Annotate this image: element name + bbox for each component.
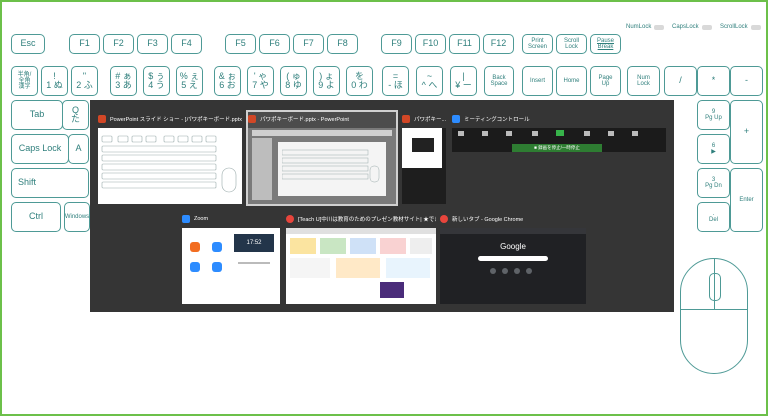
- key-0[interactable]: を 0 わ: [346, 66, 373, 96]
- switcher-window-powerpoint-editor[interactable]: パワポキーボード.pptx - PowerPoint: [246, 110, 398, 206]
- powerpoint-icon: [98, 115, 106, 123]
- switcher-window-meeting-controls[interactable]: ミーティングコントロール ■ 録画を停止/一時停止: [452, 112, 666, 152]
- chrome-icon: [440, 215, 448, 223]
- key-caps-lock[interactable]: Caps Lock: [11, 134, 69, 164]
- key-backspace[interactable]: Back Space: [484, 66, 514, 96]
- window-switcher: PowerPoint スライド ショー - [パワポキーボード.pptx] パワ…: [90, 100, 674, 312]
- powerpoint-small-preview: [402, 128, 446, 204]
- key-num-slash[interactable]: /: [664, 66, 697, 96]
- key-f7[interactable]: F7: [293, 34, 324, 54]
- google-search-box[interactable]: [478, 256, 548, 261]
- key-num-9[interactable]: 9 Pg Up: [697, 100, 730, 130]
- key-num-dot[interactable]: . Del: [697, 202, 730, 232]
- key-num-enter[interactable]: Enter: [730, 168, 763, 232]
- key-ctrl[interactable]: Ctrl: [11, 202, 61, 232]
- key-minus[interactable]: = - ほ: [382, 66, 409, 96]
- switcher-window-zoom[interactable]: Zoom 17:52: [182, 212, 280, 304]
- key-yen[interactable]: | ¥ ー: [450, 66, 477, 96]
- key-f8[interactable]: F8: [327, 34, 358, 54]
- key-numlock[interactable]: Num Lock: [627, 66, 660, 96]
- powerpoint-editor-preview: [248, 128, 396, 204]
- key-1[interactable]: ! 1 ぬ: [41, 66, 68, 96]
- google-logo: Google: [500, 242, 526, 251]
- key-num-6[interactable]: 6 ▶: [697, 134, 730, 164]
- key-8[interactable]: ( ゅ 8 ゆ: [280, 66, 307, 96]
- key-f5[interactable]: F5: [225, 34, 256, 54]
- key-4[interactable]: $ ぅ 4 う: [143, 66, 170, 96]
- zoom-icon: [182, 215, 190, 223]
- key-f2[interactable]: F2: [103, 34, 134, 54]
- meeting-controls-preview: ■ 録画を停止/一時停止: [452, 128, 666, 152]
- key-esc[interactable]: Esc: [11, 34, 45, 54]
- numlock-indicator: NumLock: [626, 24, 665, 30]
- zoom-clock: 17:52: [234, 234, 274, 252]
- key-print-screen[interactable]: Print Screen: [522, 34, 553, 54]
- key-3[interactable]: # ぁ 3 あ: [110, 66, 137, 96]
- switcher-window-powerpoint-small[interactable]: パワポキー...: [402, 112, 446, 204]
- scrolllock-indicator: ScrollLock: [720, 24, 761, 30]
- zoom-icon: [452, 115, 460, 123]
- mouse-illustration: [680, 258, 748, 374]
- key-tab[interactable]: Tab: [11, 100, 63, 130]
- meeting-record-status[interactable]: ■ 録画を停止/一時停止: [512, 144, 602, 152]
- chrome-icon: [286, 215, 294, 223]
- key-num-plus[interactable]: +: [730, 100, 763, 164]
- key-hankaku[interactable]: 半角/ 全角 漢字: [11, 66, 38, 96]
- key-shift[interactable]: Shift: [11, 168, 89, 198]
- capslock-indicator: CapsLock: [672, 24, 712, 30]
- key-num-3[interactable]: 3 Pg Dn: [697, 168, 730, 198]
- key-num-asterisk[interactable]: *: [697, 66, 730, 96]
- key-home[interactable]: Home: [556, 66, 587, 96]
- key-page-up[interactable]: Page Up: [590, 66, 621, 96]
- key-f3[interactable]: F3: [137, 34, 168, 54]
- key-pause-break[interactable]: Pause Break: [590, 34, 621, 54]
- key-2[interactable]: " 2 ふ: [71, 66, 98, 96]
- powerpoint-icon: [248, 115, 256, 123]
- slideshow-preview: [98, 128, 242, 204]
- key-f1[interactable]: F1: [69, 34, 100, 54]
- key-f11[interactable]: F11: [449, 34, 480, 54]
- key-a[interactable]: A: [68, 134, 89, 164]
- key-9[interactable]: ) ょ 9 よ: [313, 66, 340, 96]
- key-windows[interactable]: Windows: [64, 202, 90, 232]
- powerpoint-icon: [402, 115, 410, 123]
- key-f10[interactable]: F10: [415, 34, 446, 54]
- key-num-minus[interactable]: -: [730, 66, 763, 96]
- key-f12[interactable]: F12: [483, 34, 514, 54]
- key-f6[interactable]: F6: [259, 34, 290, 54]
- key-5[interactable]: % ぇ 5 え: [176, 66, 203, 96]
- switcher-window-chrome-newtab[interactable]: 新しいタブ - Google Chrome Google: [440, 212, 586, 304]
- key-caret[interactable]: ~ ^ へ: [416, 66, 443, 96]
- key-7[interactable]: ' ゃ 7 や: [247, 66, 274, 96]
- switcher-window-powerpoint-slideshow[interactable]: PowerPoint スライド ショー - [パワポキーボード.pptx]: [98, 112, 242, 204]
- teachu-preview: [286, 228, 436, 304]
- key-f9[interactable]: F9: [381, 34, 412, 54]
- key-q[interactable]: Q た: [62, 100, 89, 130]
- zoom-preview: 17:52: [182, 228, 280, 304]
- switcher-window-chrome-teachu[interactable]: [Teach U]中川は教育のためのプレゼン教材サイト| ★できる...: [286, 212, 436, 304]
- chrome-newtab-preview: Google: [440, 228, 586, 304]
- key-6[interactable]: & ぉ 6 お: [214, 66, 241, 96]
- key-scroll-lock[interactable]: Scroll Lock: [556, 34, 587, 54]
- key-insert[interactable]: Insert: [522, 66, 553, 96]
- key-f4[interactable]: F4: [171, 34, 202, 54]
